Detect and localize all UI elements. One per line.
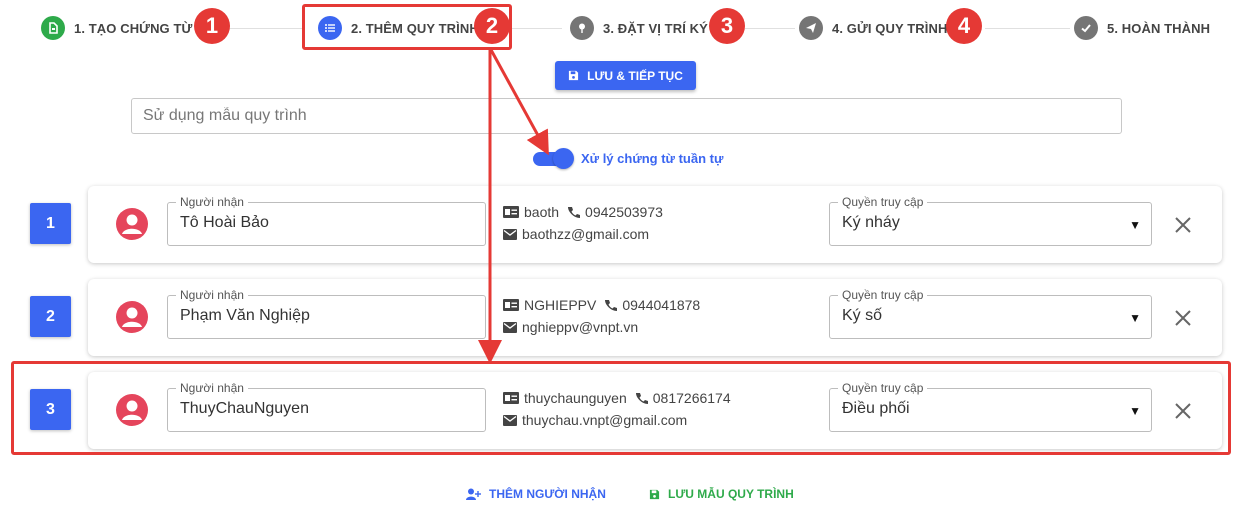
field-label: Quyền truy cập [838, 195, 928, 209]
step-label: 4. GỬI QUY TRÌNH [832, 20, 948, 36]
step-label: 3. ĐẶT VỊ TRÍ KÝ [603, 20, 708, 36]
list-icon [318, 16, 342, 40]
recipient-contact-line: thuychaunguyen 0817266174 [503, 390, 731, 406]
recipient-contact-line: baoth 0942503973 [503, 204, 663, 220]
envelope-icon [503, 414, 517, 426]
field-label: Người nhận [176, 381, 248, 395]
recipient-card: Người nhận ThuyChauNguyen thuychaunguyen… [88, 372, 1222, 449]
recipient-name: Phạm Văn Nghiệp [180, 307, 310, 324]
recipient-card: Người nhận Phạm Văn Nghiệp NGHIEPPV 0944… [88, 279, 1222, 356]
dropdown-caret-icon: ▼ [1129, 404, 1141, 418]
recipient-name-field[interactable]: Người nhận Phạm Văn Nghiệp [167, 288, 486, 339]
user-avatar-icon [116, 394, 148, 426]
recipient-username: thuychaunguyen [524, 390, 627, 406]
envelope-icon [503, 228, 517, 240]
workflow-template-input[interactable] [131, 98, 1122, 134]
callout-badge: 2 [474, 8, 510, 44]
recipient-email-line: baothzz@gmail.com [503, 226, 649, 242]
recipient-username: NGHIEPPV [524, 297, 597, 313]
step-connector [745, 28, 795, 29]
toggle-thumb[interactable] [553, 147, 574, 169]
recipient-email: nghieppv@vnpt.vn [522, 319, 639, 335]
recipient-name: Tô Hoài Bảo [180, 214, 269, 231]
phone-icon [635, 392, 648, 404]
save-continue-label: LƯU & TIẾP TỤC [587, 68, 683, 83]
add-user-icon [466, 488, 481, 500]
id-card-icon [503, 206, 519, 218]
recipient-name: ThuyChauNguyen [180, 400, 309, 417]
field-label: Quyền truy cập [838, 381, 928, 395]
recipient-contact-line: NGHIEPPV 0944041878 [503, 297, 700, 313]
recipient-email-line: nghieppv@vnpt.vn [503, 319, 638, 335]
callout-badge: 3 [709, 8, 745, 44]
send-icon [799, 16, 823, 40]
step-set-sign-position[interactable]: 3. ĐẶT VỊ TRÍ KÝ [570, 16, 708, 40]
access-value: Ký nháy [842, 214, 900, 231]
dropdown-caret-icon: ▼ [1129, 218, 1141, 232]
recipient-phone: 0942503973 [585, 204, 663, 220]
access-value: Điều phối [842, 400, 910, 417]
toggle-label: Xử lý chứng từ tuần tự [581, 151, 724, 166]
recipient-phone: 0944041878 [622, 297, 701, 313]
recipient-name-field[interactable]: Người nhận Tô Hoài Bảo [167, 195, 486, 246]
callout-badge: 4 [946, 8, 982, 44]
step-connector [224, 28, 302, 29]
add-recipient-button[interactable]: THÊM NGƯỜI NHẬN [466, 487, 606, 501]
step-send-workflow[interactable]: 4. GỬI QUY TRÌNH [799, 16, 947, 40]
step-label: 2. THÊM QUY TRÌNH [351, 20, 479, 36]
recipient-email: baothzz@gmail.com [522, 226, 650, 242]
dropdown-caret-icon: ▼ [1129, 311, 1141, 325]
close-icon[interactable] [1173, 308, 1193, 328]
user-avatar-icon [116, 208, 148, 240]
field-label: Quyền truy cập [838, 288, 928, 302]
check-icon [1074, 16, 1098, 40]
close-icon[interactable] [1173, 215, 1193, 235]
envelope-icon [503, 321, 517, 333]
recipient-order-badge: 2 [30, 296, 71, 337]
access-select[interactable]: Quyền truy cập Ký số ▼ [829, 288, 1152, 339]
access-select[interactable]: Quyền truy cập Điều phối ▼ [829, 381, 1152, 432]
save-continue-button[interactable]: LƯU & TIẾP TỤC [555, 61, 696, 90]
id-card-icon [503, 392, 519, 404]
save-template-button[interactable]: LƯU MẪU QUY TRÌNH [649, 487, 794, 501]
sequential-processing-toggle[interactable]: Xử lý chứng từ tuần tự [533, 147, 724, 169]
step-label: 1. TẠO CHỨNG TỪ [74, 20, 193, 36]
recipient-username: baoth [524, 204, 560, 220]
recipient-email: thuychau.vnpt@gmail.com [522, 412, 688, 428]
id-card-icon [503, 299, 519, 311]
phone-icon [568, 206, 581, 218]
save-template-label: LƯU MẪU QUY TRÌNH [668, 487, 794, 501]
recipient-phone: 0817266174 [652, 390, 731, 406]
recipient-email-line: thuychau.vnpt@gmail.com [503, 412, 687, 428]
recipient-name-field[interactable]: Người nhận ThuyChauNguyen [167, 381, 486, 432]
recipient-card: Người nhận Tô Hoài Bảo baoth 0942503973 … [88, 186, 1222, 263]
recipient-order-badge: 1 [30, 203, 71, 244]
floppy-icon [649, 489, 660, 499]
document-icon [41, 16, 65, 40]
step-complete[interactable]: 5. HOÀN THÀNH [1074, 16, 1210, 40]
add-recipient-label: THÊM NGƯỜI NHẬN [489, 487, 606, 501]
user-avatar-icon [116, 301, 148, 333]
close-icon[interactable] [1173, 401, 1193, 421]
toggle-track[interactable] [533, 147, 574, 169]
field-label: Người nhận [176, 195, 248, 209]
floppy-icon [569, 70, 579, 81]
step-connector [510, 28, 562, 29]
access-select[interactable]: Quyền truy cập Ký nháy ▼ [829, 195, 1152, 246]
step-connector [985, 28, 1070, 29]
step-add-workflow[interactable]: 2. THÊM QUY TRÌNH [318, 16, 479, 40]
recipient-order-badge: 3 [30, 389, 71, 430]
pin-icon [570, 16, 594, 40]
field-label: Người nhận [176, 288, 248, 302]
stepper: 1. TẠO CHỨNG TỪ 2. THÊM QUY TRÌNH 3. ĐẶT… [0, 0, 1243, 56]
step-label: 5. HOÀN THÀNH [1107, 20, 1211, 36]
callout-badge: 1 [194, 8, 230, 44]
phone-icon [605, 299, 618, 311]
access-value: Ký số [842, 307, 883, 324]
step-create-document[interactable]: 1. TẠO CHỨNG TỪ [41, 16, 192, 40]
